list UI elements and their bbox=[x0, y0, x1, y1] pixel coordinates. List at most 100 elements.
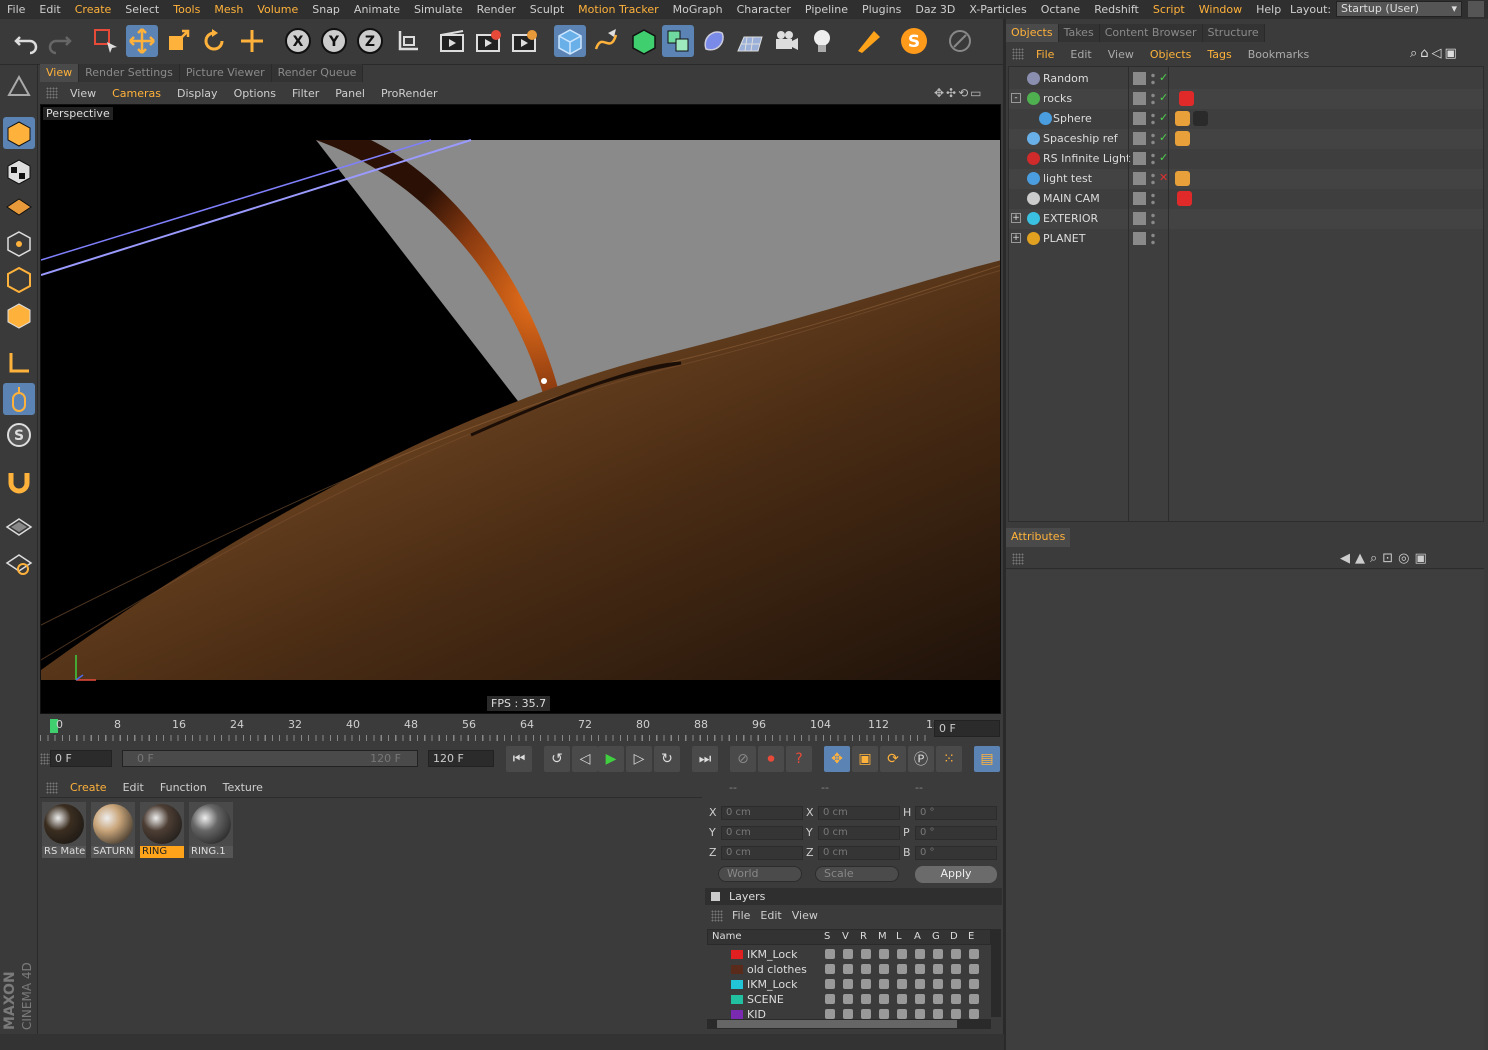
om-menu-objects[interactable]: Objects bbox=[1142, 48, 1200, 61]
enabled-check-icon[interactable]: ✓ bbox=[1159, 111, 1168, 124]
layer-flag-icon[interactable] bbox=[933, 964, 943, 974]
viewport-menu-options[interactable]: Options bbox=[226, 87, 284, 100]
transform-tool-icon[interactable] bbox=[236, 25, 268, 57]
layer-flag-icon[interactable] bbox=[915, 1009, 925, 1019]
viewport-navigation-icons[interactable]: ✥✣⟲▭ bbox=[934, 86, 984, 100]
redo-icon[interactable] bbox=[44, 25, 76, 57]
axis-mode-icon[interactable] bbox=[3, 347, 35, 379]
layer-visibility-icon[interactable] bbox=[1133, 72, 1146, 85]
layers-menu-file[interactable]: File bbox=[727, 907, 755, 925]
menu-volume[interactable]: Volume bbox=[250, 3, 305, 16]
object-name[interactable]: RS Infinite Light bbox=[1043, 152, 1130, 165]
play-icon[interactable]: ▶ bbox=[598, 746, 624, 772]
object-tag-icon[interactable] bbox=[1193, 111, 1208, 126]
workplane-icon[interactable] bbox=[3, 191, 35, 223]
layer-visibility-icon[interactable] bbox=[1133, 92, 1146, 105]
deformer-icon[interactable] bbox=[698, 25, 730, 57]
3d-viewport[interactable]: Perspective FPS : 35.7 bbox=[40, 104, 1001, 714]
layer-color-swatch[interactable] bbox=[731, 980, 743, 989]
layers-column-g[interactable]: G bbox=[932, 931, 940, 942]
layer-flag-icon[interactable] bbox=[843, 1009, 853, 1019]
layer-row[interactable]: SCENE bbox=[707, 992, 991, 1007]
viewport-menu-cameras[interactable]: Cameras bbox=[104, 87, 169, 100]
layout-dropdown[interactable]: Startup (User) bbox=[1336, 1, 1462, 17]
editor-render-dots-icon[interactable] bbox=[1150, 232, 1156, 246]
edit-render-settings-icon[interactable] bbox=[508, 25, 540, 57]
s-plugin-icon[interactable]: S bbox=[898, 25, 930, 57]
coord-value-field[interactable]: 0 cm bbox=[721, 806, 803, 820]
menu-animate[interactable]: Animate bbox=[347, 3, 407, 16]
tweak-mode-icon[interactable] bbox=[3, 383, 35, 415]
camera-icon[interactable] bbox=[770, 25, 802, 57]
layer-flag-icon[interactable] bbox=[969, 994, 979, 1004]
coord-value-field[interactable]: 0 ° bbox=[915, 806, 997, 820]
object-name[interactable]: rocks bbox=[1043, 92, 1072, 105]
menu-sculpt[interactable]: Sculpt bbox=[523, 3, 571, 16]
texture-mode-icon[interactable] bbox=[3, 155, 35, 187]
z-axis-icon[interactable]: Z bbox=[354, 25, 386, 57]
layers-column-e[interactable]: E bbox=[968, 931, 974, 942]
polygons-mode-icon[interactable] bbox=[3, 299, 35, 331]
keyframe-selection-icon[interactable]: ? bbox=[786, 746, 812, 772]
editor-render-dots-icon[interactable] bbox=[1150, 112, 1156, 126]
tab-takes[interactable]: Takes bbox=[1058, 24, 1100, 42]
menu-snap[interactable]: Snap bbox=[305, 3, 347, 16]
layer-flag-icon[interactable] bbox=[951, 994, 961, 1004]
previous-frame-icon[interactable]: ◁ bbox=[572, 746, 598, 772]
viewport-menu-prorender[interactable]: ProRender bbox=[373, 87, 446, 100]
menu-redshift[interactable]: Redshift bbox=[1087, 3, 1146, 16]
live-selection-icon[interactable] bbox=[90, 25, 122, 57]
planar-workplane-icon[interactable] bbox=[3, 547, 35, 579]
layer-flag-icon[interactable] bbox=[933, 949, 943, 959]
magnet-snap-icon[interactable] bbox=[3, 465, 35, 497]
layer-flag-icon[interactable] bbox=[951, 964, 961, 974]
layer-flag-icon[interactable] bbox=[951, 979, 961, 989]
menu-x-particles[interactable]: X-Particles bbox=[962, 3, 1033, 16]
subdivision-surface-icon[interactable] bbox=[628, 25, 660, 57]
object-name[interactable]: PLANET bbox=[1043, 232, 1085, 245]
editor-render-dots-icon[interactable] bbox=[1150, 152, 1156, 166]
layers-column-s[interactable]: S bbox=[824, 931, 830, 942]
coordinate-space-dropdown[interactable]: World bbox=[718, 866, 802, 882]
light-icon[interactable] bbox=[806, 25, 838, 57]
render-view-icon[interactable] bbox=[436, 25, 468, 57]
editor-render-dots-icon[interactable] bbox=[1150, 172, 1156, 186]
editor-render-dots-icon[interactable] bbox=[1150, 92, 1156, 106]
layers-column-m[interactable]: M bbox=[878, 931, 887, 942]
material-menu-texture[interactable]: Texture bbox=[215, 781, 271, 794]
attributes-tab[interactable]: Attributes bbox=[1006, 528, 1071, 547]
menu-tools[interactable]: Tools bbox=[166, 3, 207, 16]
expand-toggle-icon[interactable]: + bbox=[1011, 233, 1021, 243]
key-parameter-icon[interactable]: Ⓟ bbox=[908, 746, 934, 772]
object-row[interactable]: RS Infinite Light ✓ bbox=[1009, 149, 1483, 169]
model-mode-icon[interactable] bbox=[3, 117, 35, 149]
layer-visibility-icon[interactable] bbox=[1133, 212, 1146, 225]
edges-mode-icon[interactable] bbox=[3, 263, 35, 295]
layer-flag-icon[interactable] bbox=[843, 994, 853, 1004]
transform-mode-dropdown[interactable]: Scale bbox=[815, 866, 899, 882]
panel-grip-icon[interactable] bbox=[711, 910, 723, 922]
expand-toggle-icon[interactable]: + bbox=[1011, 213, 1021, 223]
frame-range-slider[interactable]: 0 F 120 F bbox=[122, 750, 418, 767]
scale-tool-icon[interactable] bbox=[162, 25, 194, 57]
coord-value-field[interactable]: 0 cm bbox=[721, 846, 803, 860]
panel-grip-icon[interactable] bbox=[46, 782, 58, 794]
editor-render-dots-icon[interactable] bbox=[1150, 72, 1156, 86]
coord-value-field[interactable]: 0 ° bbox=[915, 846, 997, 860]
goto-start-icon[interactable]: ⏮ bbox=[506, 746, 532, 772]
layers-panel-icon[interactable] bbox=[711, 892, 720, 901]
layer-visibility-icon[interactable] bbox=[1133, 152, 1146, 165]
solo-mode-icon[interactable]: S bbox=[3, 419, 35, 451]
enabled-check-icon[interactable]: ✓ bbox=[1159, 71, 1168, 84]
coordinate-system-icon[interactable] bbox=[392, 25, 424, 57]
object-row[interactable]: Sphere ✓ bbox=[1009, 109, 1483, 129]
layer-flag-icon[interactable] bbox=[843, 979, 853, 989]
om-menu-bookmarks[interactable]: Bookmarks bbox=[1240, 48, 1317, 61]
object-row[interactable]: Random ✓ bbox=[1009, 69, 1483, 89]
layers-column-d[interactable]: D bbox=[950, 931, 958, 942]
layer-flag-icon[interactable] bbox=[843, 964, 853, 974]
object-name[interactable]: Sphere bbox=[1053, 112, 1092, 125]
viewport-menu-panel[interactable]: Panel bbox=[327, 87, 373, 100]
layer-flag-icon[interactable] bbox=[969, 979, 979, 989]
layer-flag-icon[interactable] bbox=[879, 964, 889, 974]
